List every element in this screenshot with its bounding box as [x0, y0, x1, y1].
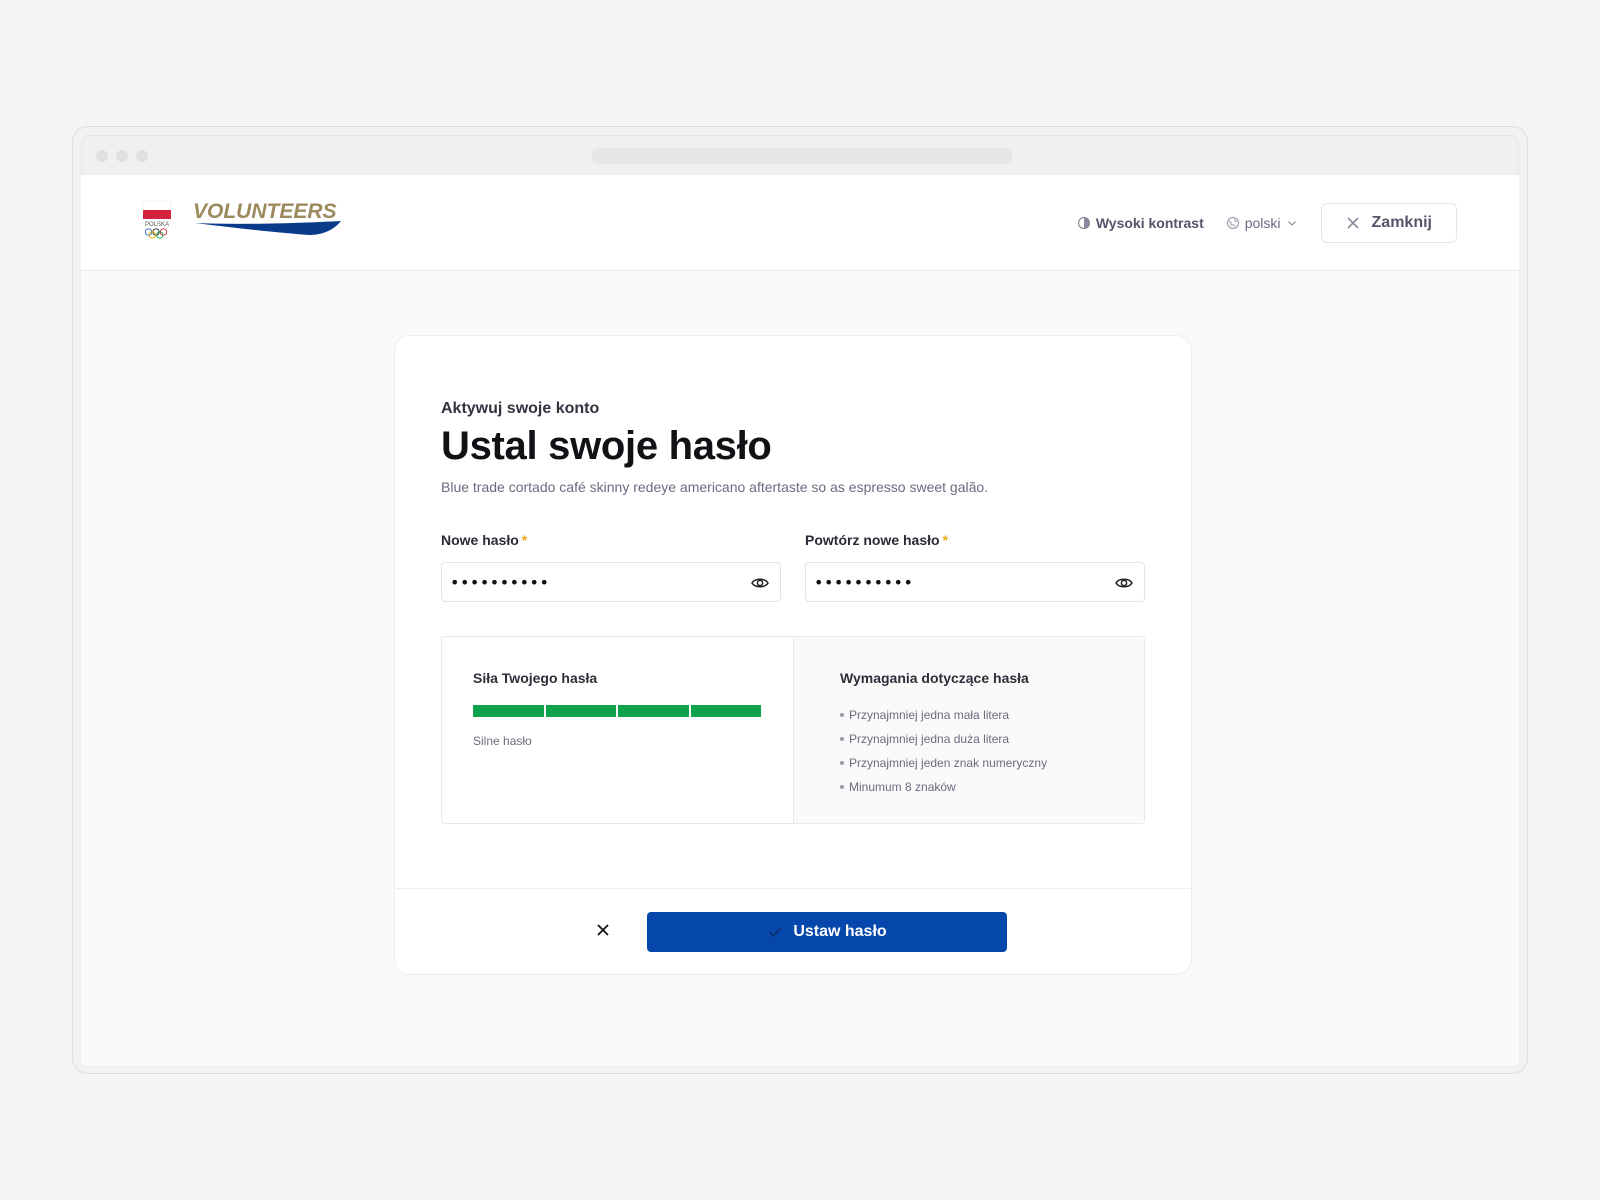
set-password-card: Aktywuj swoje konto Ustal swoje hasło Bl…	[394, 335, 1192, 975]
window-control-dot[interactable]	[136, 150, 148, 162]
page-description: Blue trade cortado café skinny redeye am…	[441, 479, 989, 495]
password-info-panel: Siła Twojego hasła Silne hasło Wymagania…	[441, 636, 1145, 824]
browser-toolbar	[81, 135, 1519, 175]
requirements-title: Wymagania dotyczące hasła	[840, 670, 1029, 686]
eye-icon[interactable]	[750, 573, 770, 593]
repeat-password-input[interactable]	[806, 563, 1144, 601]
requirements-list: Przynajmniej jedna mała litera Przynajmn…	[840, 703, 1047, 799]
requirement-item: Przynajmniej jedna mała litera	[840, 703, 1047, 727]
card-footer-divider	[395, 888, 1191, 889]
volunteers-logo[interactable]: POLSKA VOLUNTEERS	[142, 199, 353, 249]
page-eyebrow: Aktywuj swoje konto	[441, 400, 600, 417]
close-icon	[1346, 217, 1359, 229]
strength-segment	[545, 705, 616, 717]
logo-mark: POLSKA VOLUNTEERS	[142, 200, 341, 239]
logo-badge-text: POLSKA	[145, 222, 169, 228]
page-title: Ustal swoje hasło	[441, 424, 772, 468]
close-icon	[597, 924, 609, 936]
browser-window: POLSKA VOLUNTEERS Wysoki kontrast polski…	[72, 126, 1528, 1074]
requirement-item: Przynajmniej jedna duża litera	[840, 727, 1047, 751]
repeat-password-label-text: Powtórz nowe hasło	[805, 532, 940, 548]
chevron-down-icon	[1287, 221, 1296, 226]
new-password-field: Nowe hasło *	[441, 532, 781, 602]
strength-segment	[618, 705, 689, 717]
repeat-password-input-wrapper	[805, 562, 1145, 602]
window-control-dot[interactable]	[96, 150, 108, 162]
page-viewport: POLSKA VOLUNTEERS Wysoki kontrast polski…	[81, 175, 1519, 1065]
requirement-item: Minumum 8 znaków	[840, 775, 1047, 799]
new-password-input[interactable]	[442, 563, 780, 601]
set-password-button[interactable]: Ustaw hasło	[647, 912, 1007, 952]
check-icon	[769, 927, 782, 938]
contrast-icon	[1077, 216, 1090, 230]
strength-title: Siła Twojego hasła	[473, 670, 598, 686]
close-button[interactable]: Zamknij	[1320, 203, 1457, 243]
set-password-label: Ustaw hasło	[793, 923, 887, 940]
eye-icon[interactable]	[1114, 573, 1134, 593]
globe-icon	[1226, 216, 1239, 230]
new-password-label-text: Nowe hasło	[441, 532, 519, 548]
password-requirements: Wymagania dotyczące hasła Przynajmniej j…	[794, 637, 1144, 823]
window-control-dot[interactable]	[116, 150, 128, 162]
password-strength: Siła Twojego hasła Silne hasło	[442, 637, 794, 823]
address-bar[interactable]	[592, 148, 1012, 164]
required-mark: *	[942, 532, 949, 548]
new-password-label: Nowe hasło *	[441, 532, 781, 550]
close-label: Zamknij	[1371, 214, 1432, 231]
cancel-button[interactable]	[585, 912, 621, 948]
strength-meter	[473, 705, 761, 717]
requirement-item: Przynajmniej jeden znak numeryczny	[840, 751, 1047, 775]
high-contrast-label: Wysoki kontrast	[1095, 215, 1204, 231]
header-actions: Wysoki kontrast polski Zamknij	[1077, 203, 1457, 243]
language-label: polski	[1244, 215, 1281, 231]
repeat-password-field: Powtórz nowe hasło *	[805, 532, 1145, 602]
strength-segment	[473, 705, 544, 717]
strength-label: Silne hasło	[473, 734, 532, 748]
language-selector[interactable]: polski	[1226, 215, 1297, 231]
strength-segment	[690, 705, 761, 717]
high-contrast-toggle[interactable]: Wysoki kontrast	[1077, 215, 1204, 231]
repeat-password-label: Powtórz nowe hasło *	[805, 532, 1145, 550]
new-password-input-wrapper	[441, 562, 781, 602]
site-header: POLSKA VOLUNTEERS Wysoki kontrast polski…	[81, 175, 1519, 271]
logo-text: VOLUNTEERS	[193, 200, 337, 223]
required-mark: *	[521, 532, 528, 548]
